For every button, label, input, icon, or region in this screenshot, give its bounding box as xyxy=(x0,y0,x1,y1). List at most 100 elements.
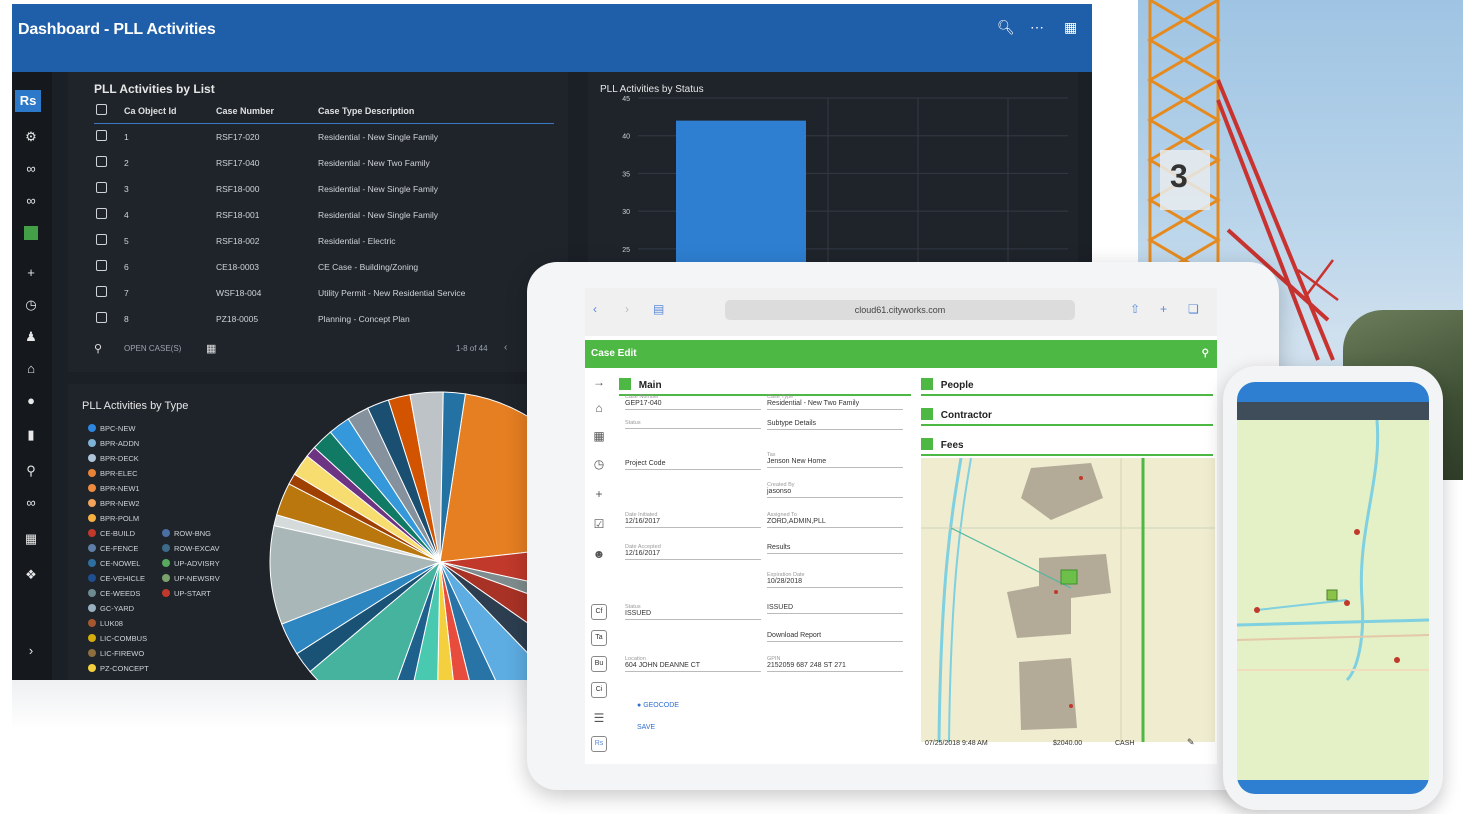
table-row[interactable]: 4 RSF18-001 Residential - New Single Famil… xyxy=(94,208,554,234)
open-cases-button[interactable]: OPEN CASE(S) xyxy=(124,344,181,353)
form-field[interactable]: Created By jasonso xyxy=(767,482,903,498)
expand-icon[interactable]: › xyxy=(20,640,42,662)
cell-case-number: WSF18-004 xyxy=(216,288,262,298)
form-field[interactable]: Assigned To ZORD,ADMIN,PLL xyxy=(767,512,903,528)
back-icon[interactable]: ‹ xyxy=(593,302,597,316)
activities-list-panel: PLL Activities by List Ca Object Id Case… xyxy=(68,72,568,372)
contractor-section[interactable]: Contractor xyxy=(921,408,1213,426)
case-edit-title: Case Edit xyxy=(591,348,637,359)
person-icon[interactable]: ☻ xyxy=(591,546,607,562)
form-field[interactable]: ISSUED xyxy=(767,604,903,614)
save-button[interactable]: SAVE xyxy=(637,724,655,731)
history-icon[interactable]: ◷ xyxy=(20,294,42,316)
form-field[interactable]: Case Number GEP17-040 xyxy=(625,394,761,410)
report-icon[interactable] xyxy=(24,226,38,240)
checklist-icon[interactable]: ☑ xyxy=(591,516,607,532)
form-field[interactable]: Location 604 JOHN DEANNE CT xyxy=(625,656,761,672)
form-field[interactable]: Status xyxy=(625,420,761,429)
parcel-map[interactable] xyxy=(921,458,1215,742)
row-checkbox[interactable] xyxy=(96,156,107,167)
grid-icon[interactable]: ▦ xyxy=(20,528,42,550)
book-icon[interactable]: ▤ xyxy=(653,302,664,316)
columns-icon[interactable]: ▦ xyxy=(206,342,216,355)
more-icon[interactable]: ⋯ xyxy=(1030,19,1044,36)
col-case-number[interactable]: Case Number xyxy=(216,106,274,116)
map-icon[interactable]: ▦ xyxy=(591,428,607,444)
form-field[interactable]: Tax Jenson New Home xyxy=(767,452,903,468)
form-field[interactable]: Subtype Details xyxy=(767,420,903,430)
new-tab-icon[interactable]: + xyxy=(1160,302,1167,316)
plus-icon[interactable]: + xyxy=(591,486,607,502)
search-icon[interactable]: ⚲ xyxy=(1202,340,1209,368)
home-icon[interactable]: ⌂ xyxy=(20,358,42,380)
link-icon-2[interactable]: ∞ xyxy=(20,190,42,212)
table-row[interactable]: 3 RSF18-000 Residential - New Single Famil… xyxy=(94,182,554,208)
geocode-button[interactable]: ● GEOCODE xyxy=(637,702,679,709)
rail-badge[interactable]: Rs xyxy=(15,90,41,112)
document-icon[interactable]: ▮ xyxy=(20,424,42,446)
people-section[interactable]: People xyxy=(921,378,1213,396)
form-field[interactable]: Date Initiated 12/16/2017 xyxy=(625,512,761,528)
table-row[interactable]: 2 RSF17-040 Residential - New Two Family xyxy=(94,156,554,182)
row-checkbox[interactable] xyxy=(96,234,107,245)
list-icon[interactable]: ☰ xyxy=(591,710,607,726)
arrow-icon[interactable]: → xyxy=(591,374,607,390)
row-checkbox[interactable] xyxy=(96,312,107,323)
side-box-ci[interactable]: Ci xyxy=(591,682,607,698)
prev-page-icon[interactable]: ‹ xyxy=(504,342,507,353)
col-ca-object-id[interactable]: Ca Object Id xyxy=(124,106,177,116)
link-icon-3[interactable]: ∞ xyxy=(20,492,42,514)
form-field[interactable]: Project Code xyxy=(625,460,761,470)
form-field[interactable]: Expiration Date 10/28/2018 xyxy=(767,572,903,588)
tablet-sidebar: → ⌂ ▦ ◷ + ☑ ☻ Cf Ta Bu Ci ☰ Rs xyxy=(585,368,613,764)
form-field[interactable]: Results xyxy=(767,544,903,554)
table-row[interactable]: 6 CE18-0003 CE Case - Building/Zoning xyxy=(94,260,554,286)
plus-icon[interactable]: + xyxy=(20,262,42,284)
cell-case-type: Utility Permit - New Residential Service xyxy=(318,288,466,298)
select-all-checkbox[interactable] xyxy=(96,104,107,115)
phone-device xyxy=(1223,366,1443,810)
row-checkbox[interactable] xyxy=(96,208,107,219)
table-row[interactable]: 5 RSF18-002 Residential - Electric xyxy=(94,234,554,260)
share-icon[interactable]: ⇧ xyxy=(1130,302,1140,316)
home-icon[interactable]: ⌂ xyxy=(591,400,607,416)
edit-icon[interactable]: ✎ xyxy=(1187,737,1195,748)
fees-section[interactable]: Fees xyxy=(921,438,1213,456)
map-icon[interactable]: ▦ xyxy=(1064,19,1077,36)
form-field[interactable]: Case Type Residential - New Two Family xyxy=(767,394,903,410)
row-checkbox[interactable] xyxy=(96,130,107,141)
pin-icon[interactable]: ● xyxy=(20,390,42,412)
history-icon[interactable]: ◷ xyxy=(591,456,607,472)
search-icon[interactable]: ⚲ xyxy=(94,342,102,355)
table-row[interactable]: 1 RSF17-020 Residential - New Single Famil… xyxy=(94,130,554,156)
row-checkbox[interactable] xyxy=(96,286,107,297)
field-value: 12/16/2017 xyxy=(625,550,661,557)
form-field[interactable]: Date Accepted 12/16/2017 xyxy=(625,544,761,560)
contractor-title: Contractor xyxy=(940,410,992,421)
form-field[interactable]: Download Report xyxy=(767,632,903,642)
field-value: Download Report xyxy=(767,632,822,639)
fee-date: 07/25/2018 9:48 AM xyxy=(925,740,988,747)
search-icon[interactable]: 🔍︎ xyxy=(997,19,1015,36)
phone-map[interactable] xyxy=(1237,420,1429,794)
form-field[interactable]: GPIN 2152059 687 248 ST 271 xyxy=(767,656,903,672)
url-field[interactable]: cloud61.cityworks.com xyxy=(725,300,1075,320)
side-box-cf[interactable]: Cf xyxy=(591,604,607,620)
side-box-ta[interactable]: Ta xyxy=(591,630,607,646)
row-checkbox[interactable] xyxy=(96,182,107,193)
table-row[interactable]: 8 PZ18-0005 Planning - Concept Plan xyxy=(94,312,554,338)
section-marker xyxy=(921,408,933,420)
gear-icon[interactable]: ⚙ xyxy=(20,126,42,148)
link-icon[interactable]: ∞ xyxy=(20,158,42,180)
forward-icon[interactable]: › xyxy=(625,302,629,316)
col-case-type[interactable]: Case Type Description xyxy=(318,106,414,116)
table-row[interactable]: 7 WSF18-004 Utility Permit - New Residenti… xyxy=(94,286,554,312)
side-box-bu[interactable]: Bu xyxy=(591,656,607,672)
people-icon[interactable]: ♟ xyxy=(20,326,42,348)
row-checkbox[interactable] xyxy=(96,260,107,271)
info-icon[interactable]: ❖ xyxy=(20,564,42,586)
search-icon[interactable]: ⚲ xyxy=(20,460,42,482)
form-field[interactable]: Status ISSUED xyxy=(625,604,761,620)
side-box-rs[interactable]: Rs xyxy=(591,736,607,752)
tabs-icon[interactable]: ❏ xyxy=(1188,302,1199,316)
